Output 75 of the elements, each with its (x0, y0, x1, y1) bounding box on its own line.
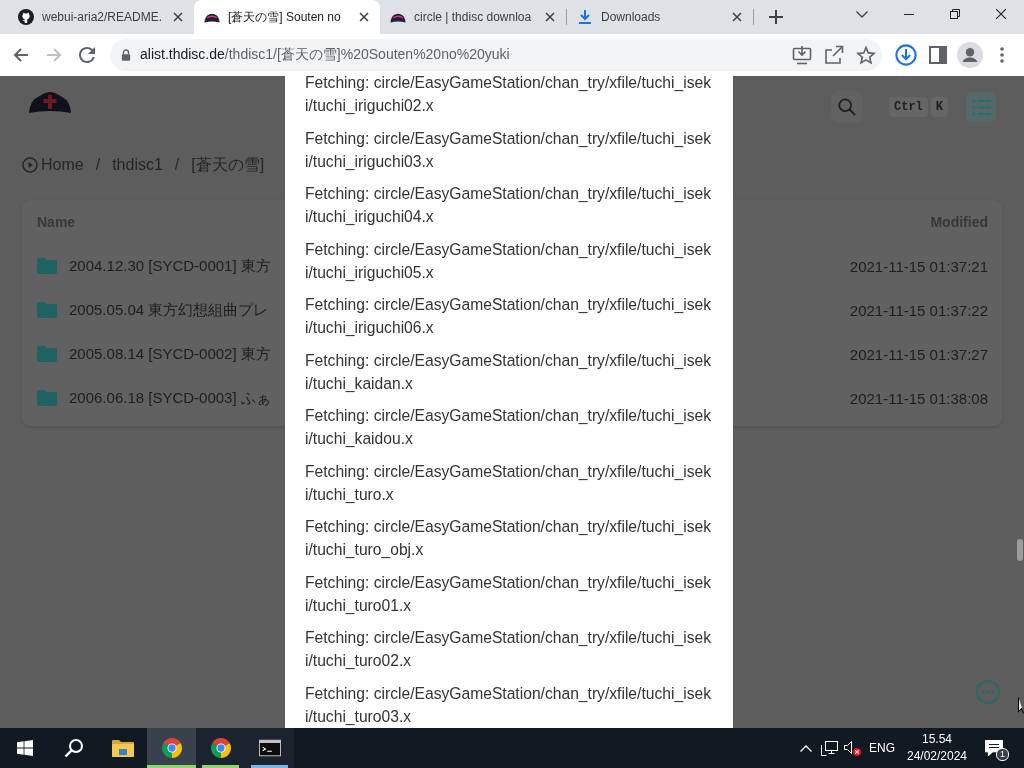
scrollbar-thumb[interactable] (1017, 539, 1023, 561)
search-icon (63, 738, 84, 758)
download-circle-icon[interactable] (895, 44, 917, 66)
log-line: Fetching: circle/EasyGameStation/chan_try/xfile/tuchi_iseki/tuchi_iriguchi05.x (305, 239, 712, 283)
circle-logo-icon (209, 738, 232, 758)
address-field[interactable]: alist.thdisc.de/thdisc1/[蒼天の雪]%20Souten%20no%20yuki (110, 39, 882, 71)
circle-play-icon (22, 157, 38, 173)
close-icon[interactable] (545, 12, 555, 22)
log-line: Fetching: circle/EasyGameStation/chan_try/xfile/tuchi_iseki/tuchi_iriguchi02.x (305, 76, 712, 116)
log-line: Fetching: circle/EasyGameStation/chan_try/xfile/tuchi_iseki/tuchi_turo_obj.x (305, 517, 712, 560)
side-panel-icon[interactable] (929, 46, 947, 64)
star-icon[interactable] (856, 45, 876, 65)
list-icon (971, 98, 991, 116)
close-icon[interactable] (173, 12, 183, 22)
back-arrow-icon[interactable] (13, 47, 29, 63)
clock-time[interactable]: 15.54 (922, 731, 952, 748)
reload-icon[interactable] (79, 47, 95, 63)
download-icon (577, 9, 593, 25)
browser-tab[interactable]: circle | thdisc downloa (380, 0, 566, 34)
restore-icon[interactable] (950, 9, 960, 19)
close-icon[interactable] (732, 12, 742, 22)
browser-tab[interactable]: webui-aria2/README. (8, 0, 194, 34)
log-line: Fetching: circle/EasyGameStation/chan_try/xfile/tuchi_iseki/tuchi_turo.x (305, 461, 712, 505)
log-line: Fetching: circle/EasyGameStation/chan_try/xfile/tuchi_iseki/tuchi_kaidou.x (305, 406, 712, 449)
install-icon[interactable] (792, 45, 812, 65)
log-line: Fetching: circle/EasyGameStation/chan_try/xfile/tuchi_iseki/tuchi_iriguchi04.x (305, 184, 712, 227)
taskbar-button[interactable] (147, 728, 196, 768)
log-line: Fetching: circle/EasyGameStation/chan_try/xfile/tuchi_iseki/tuchi_turo02.x (305, 628, 712, 671)
chevron-up-icon[interactable] (800, 744, 813, 752)
browser-tab[interactable]: Downloads (567, 0, 753, 34)
clock-date[interactable]: 24/02/2024 (906, 748, 968, 765)
modified-date: 2021-11-15 01:37:27 (849, 345, 988, 363)
window-grid-icon (16, 740, 33, 756)
browser-tab[interactable]: [蒼天の雪] Souten no (194, 0, 380, 34)
log-line: Fetching: circle/EasyGameStation/chan_try/xfile/tuchi_iseki/tuchi_iriguchi06.x (305, 295, 712, 338)
key-cap: Ctrl (889, 97, 928, 117)
hat-logo-icon[interactable] (28, 90, 72, 114)
url-text[interactable]: alist.thdisc.de/thdisc1/[蒼天の雪]%20Souten%20no%20yuki (140, 46, 510, 64)
lock-icon[interactable] (121, 49, 131, 61)
folder-icon (37, 302, 57, 318)
hat-icon (204, 11, 220, 23)
breadcrumb-separator: / (95, 156, 101, 174)
modified-date: 2021-11-15 01:37:22 (849, 301, 988, 319)
taskbar-button[interactable] (245, 728, 294, 768)
network-icon[interactable] (821, 740, 838, 756)
breadcrumb-separator: / (174, 156, 180, 174)
circle-logo-icon (160, 738, 183, 758)
modified-date: 2021-11-15 01:37:21 (849, 257, 988, 275)
folder-icon (37, 390, 57, 406)
log-line: Fetching: circle/EasyGameStation/chan_try/xfile/tuchi_iseki/tuchi_turo01.x (305, 572, 712, 616)
close-icon[interactable] (996, 9, 1006, 19)
speaker-muted-icon[interactable] (844, 740, 861, 756)
log-line: Fetching: circle/EasyGameStation/chan_try/xfile/tuchi_iseki/tuchi_iriguchi03.x (305, 128, 712, 172)
taskbar-button[interactable] (196, 728, 245, 768)
search-button[interactable] (831, 91, 863, 123)
avatar-icon[interactable] (957, 42, 983, 68)
modified-date: 2021-11-15 01:38:08 (849, 389, 988, 407)
menu-icon[interactable] (1000, 47, 1004, 63)
search-icon (838, 98, 856, 116)
folder-icon (111, 738, 134, 758)
terminal-icon (258, 738, 281, 758)
log-line: Fetching: circle/EasyGameStation/chan_try/xfile/tuchi_iseki/tuchi_turo03.x (305, 683, 712, 727)
folder-icon (37, 258, 57, 274)
pointer-cursor-icon (1018, 697, 1024, 714)
chevron-down-icon[interactable] (856, 11, 868, 18)
close-icon[interactable] (359, 12, 369, 22)
language-indicator[interactable]: ENG (869, 741, 895, 755)
hat-icon (390, 11, 406, 23)
share-icon[interactable] (824, 45, 844, 65)
notification-count: 1 (996, 748, 1009, 761)
cat-logo-icon (18, 9, 34, 25)
folder-icon (37, 346, 57, 362)
key-cap: K (930, 97, 948, 117)
plus-icon[interactable] (769, 10, 783, 24)
log-line: Fetching: circle/EasyGameStation/chan_try/xfile/tuchi_iseki/tuchi_kaidan.x (305, 350, 712, 394)
